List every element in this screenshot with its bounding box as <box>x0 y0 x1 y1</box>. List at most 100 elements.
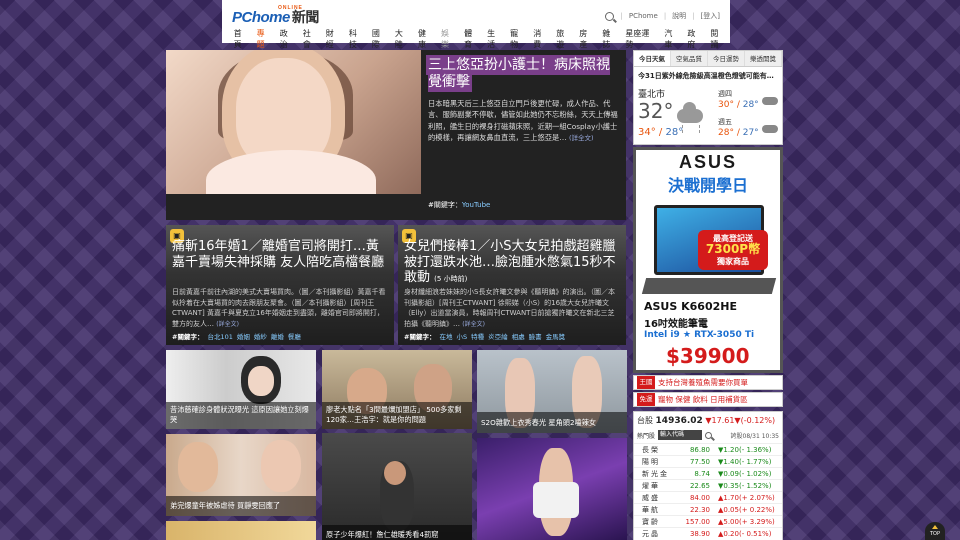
stock-row[interactable]: 長榮 86.80 ▼1.20(- 1.36%) <box>634 443 782 456</box>
site-header: PChome ONLINE 新聞 | PChome | 說明 | [登入] 首頁 專題… <box>222 0 730 49</box>
stock-name[interactable]: 新光金 <box>634 467 674 480</box>
tag-link[interactable]: 小S <box>456 333 467 341</box>
featured-image[interactable] <box>166 50 421 194</box>
stock-name[interactable]: 燿華 <box>634 479 674 492</box>
read-more-link[interactable]: (詳全文) <box>569 134 594 142</box>
pchome-link[interactable]: PChome <box>629 12 658 20</box>
nav-item[interactable]: 政府 <box>684 28 707 50</box>
thumb-story[interactable]: 原子少年爆紅！詹仁雄暖秀看4罰窟 <box>322 433 472 540</box>
stock-price: 157.00 <box>674 515 714 528</box>
nav-item[interactable]: 房產 <box>576 28 599 50</box>
stock-row[interactable]: 寶齡 157.00 ▲5.00(+ 3.29%) <box>634 515 782 528</box>
thumb-story[interactable] <box>166 521 316 540</box>
story-title[interactable]: 女兒們接棒1／小S大女兒拍戲超雞臘 被打還跌水池…臉泡腫水憋氣15秒不敢動 (5… <box>404 239 620 288</box>
stock-change: ▼0.35(- 1.52%) <box>714 479 782 492</box>
story-card-left[interactable]: ▣ 痛斬16年婚1／離婚官司將開打…黃嘉千賣場失神採購 友人陪吃高檔餐廳 日前黃… <box>166 225 394 345</box>
stock-name[interactable]: 長榮 <box>634 443 674 456</box>
nav-item[interactable]: 政治 <box>276 28 299 50</box>
tab-air-quality[interactable]: 空氣品質 <box>671 51 708 66</box>
tag-link[interactable]: 離婚 <box>271 333 284 341</box>
stock-change: ▼1.40(- 1.77%) <box>714 455 782 468</box>
nav-item[interactable]: 汽車 <box>661 28 684 50</box>
search-icon[interactable] <box>605 11 615 21</box>
stock-name[interactable]: 元晶 <box>634 527 674 540</box>
nav-item[interactable]: 專題 <box>253 28 276 50</box>
thumb-caption[interactable]: 廖老大點名「3間最爛加盟店」 500多家剩120家…王浩宇：就是你的問題 <box>326 405 468 425</box>
nav-item[interactable]: 閱讀 <box>707 28 730 50</box>
tag-link[interactable]: 餐廳 <box>288 333 301 341</box>
stock-name[interactable]: 華航 <box>634 503 674 516</box>
stock-name[interactable]: 陽明 <box>634 455 674 468</box>
tag-link[interactable]: 婚紗 <box>254 333 267 341</box>
stock-row[interactable]: 威盛 84.00 ▲1.70(+ 2.07%) <box>634 491 782 504</box>
nav-item[interactable]: 生活 <box>484 28 507 50</box>
rain-cloud-icon <box>677 102 703 123</box>
tab-weather[interactable]: 今日天氣 <box>634 51 671 66</box>
nav-item[interactable]: 娛樂 <box>437 28 460 50</box>
taiex-summary[interactable]: 台股 14936.02 ▼17.61▼(-0.12%) <box>634 412 782 426</box>
nav-item[interactable]: 國際 <box>368 28 391 50</box>
nav-item[interactable]: 雜誌 <box>599 28 622 50</box>
back-to-top-button[interactable]: TOP <box>925 522 945 540</box>
weather-headline[interactable]: 今31日紫外線危險級高溫橙色燈號可能有… <box>638 71 780 81</box>
help-link[interactable]: 說明 <box>672 11 686 21</box>
thumb-caption[interactable]: 原子少年爆紅！詹仁雄暖秀看4罰窟 <box>326 530 468 540</box>
nav-item[interactable]: 健康 <box>414 28 437 50</box>
story-card-right[interactable]: ▣ 女兒們接棒1／小S大女兒拍戲超雞臘 被打還跌水池…臉泡腫水憋氣15秒不敢動 … <box>398 225 626 345</box>
thumb-caption[interactable]: 昔沛慈確診身體狀況曝光 這原因讓她立刻爆哭 <box>170 405 312 425</box>
forecast-temps: 28° / 27° <box>718 128 759 138</box>
tag-link[interactable]: 金馬獎 <box>546 333 566 341</box>
nav-item[interactable]: 消費 <box>530 28 553 50</box>
thumb-story[interactable]: S2O雜歡上衣秀春光 星角頭2嗑辣女 <box>477 350 627 433</box>
featured-story[interactable]: 三上悠亞扮小護士！病床照視覺衝擊 日本暗黑天后三上悠亞自立門戶後更忙碌，成人作品… <box>166 50 626 220</box>
stock-row[interactable]: 華航 22.30 ▲0.05(+ 0.22%) <box>634 503 782 516</box>
nav-item[interactable]: 大陸 <box>391 28 414 50</box>
thumb-story[interactable]: 弟完爆童年被姊虐待 買靜雯回應了 <box>166 434 316 516</box>
stock-row[interactable]: 元晶 38.90 ▲0.20(- 0.51%) <box>634 527 782 540</box>
read-more-link[interactable]: (詳全文) <box>462 321 485 328</box>
promo-badge: 最高登記送 7300P幣 獨家商品 <box>698 230 768 270</box>
stock-row[interactable]: 燿華 22.65 ▼0.35(- 1.52%) <box>634 479 782 492</box>
tag-link[interactable]: 特種 <box>471 333 484 341</box>
thumb-caption[interactable]: S2O雜歡上衣秀春光 星角頭2嗑辣女 <box>481 418 623 428</box>
tag-link[interactable]: 臉書 <box>529 333 542 341</box>
stock-row[interactable]: 新光金 8.74 ▼0.09(- 1.02%) <box>634 467 782 480</box>
featured-title[interactable]: 三上悠亞扮小護士！病床照視覺衝擊 <box>428 57 618 91</box>
featured-summary: 日本暗黑天后三上悠亞自立門戶後更忙碌，成人作品、代言、服飾副業不停歇，儘管如此她… <box>428 99 618 142</box>
nav-item[interactable]: 科技 <box>345 28 368 50</box>
stock-name[interactable]: 寶齡 <box>634 515 674 528</box>
nav-item[interactable]: 星座運勢 <box>622 28 661 50</box>
promo-link[interactable]: 王國 支持台灣養殖魚需要你買單 <box>633 375 783 390</box>
thumb-caption[interactable]: 弟完爆童年被姊虐待 買靜雯回應了 <box>170 501 312 511</box>
nav-item[interactable]: 旅遊 <box>553 28 576 50</box>
thumb-story[interactable]: 廖老大點名「3間最爛加盟店」 500多家剩120家…王浩宇：就是你的問題 <box>322 350 472 429</box>
login-link[interactable]: [登入] <box>701 11 720 21</box>
tag-link[interactable]: 炎亞綸 <box>488 333 508 341</box>
tab-horoscope[interactable]: 今日運勢 <box>708 51 745 66</box>
rain-cloud-icon <box>762 125 778 133</box>
nav-item[interactable]: 社會 <box>299 28 322 50</box>
tag-link[interactable]: 在地 <box>439 333 452 341</box>
stock-name[interactable]: 威盛 <box>634 491 674 504</box>
stock-code-input[interactable]: 輸入代碼 <box>658 430 703 440</box>
thumb-story[interactable]: 昔沛慈確診身體狀況曝光 這原因讓她立刻爆哭 <box>166 350 316 429</box>
read-more-link[interactable]: (詳全文) <box>216 321 239 328</box>
stock-row[interactable]: 陽明 77.50 ▼1.40(- 1.77%) <box>634 455 782 468</box>
nav-item[interactable]: 首頁 <box>230 28 253 50</box>
tag-link[interactable]: YouTube <box>462 201 490 209</box>
search-icon[interactable] <box>705 431 713 439</box>
story-title[interactable]: 痛斬16年婚1／離婚官司將開打…黃嘉千賣場失神採購 友人陪吃高檔餐廳 <box>172 239 388 270</box>
pchome-news-logo[interactable]: PChome ONLINE 新聞 <box>232 5 319 27</box>
promo-link[interactable]: 免運 寵物 保健 飲料 日用補貨區 <box>633 392 783 407</box>
stock-change: ▼0.09(- 1.02%) <box>714 467 782 480</box>
asus-ad-banner[interactable]: ASUS 決戰開學日 最高登記送 7300P幣 獨家商品 ASUS K6602HE … <box>633 147 783 373</box>
nav-item[interactable]: 財經 <box>322 28 345 50</box>
tab-lottery[interactable]: 樂透開獎 <box>745 51 782 66</box>
thumb-story[interactable] <box>477 438 627 540</box>
nav-item[interactable]: 寵物 <box>507 28 530 50</box>
tag-link[interactable]: 婚姻 <box>237 333 250 341</box>
tag-link[interactable]: 相處 <box>512 333 525 341</box>
tag-link[interactable]: 台北101 <box>207 333 232 341</box>
nav-item[interactable]: 體育 <box>460 28 483 50</box>
rain-cloud-icon <box>762 97 778 105</box>
